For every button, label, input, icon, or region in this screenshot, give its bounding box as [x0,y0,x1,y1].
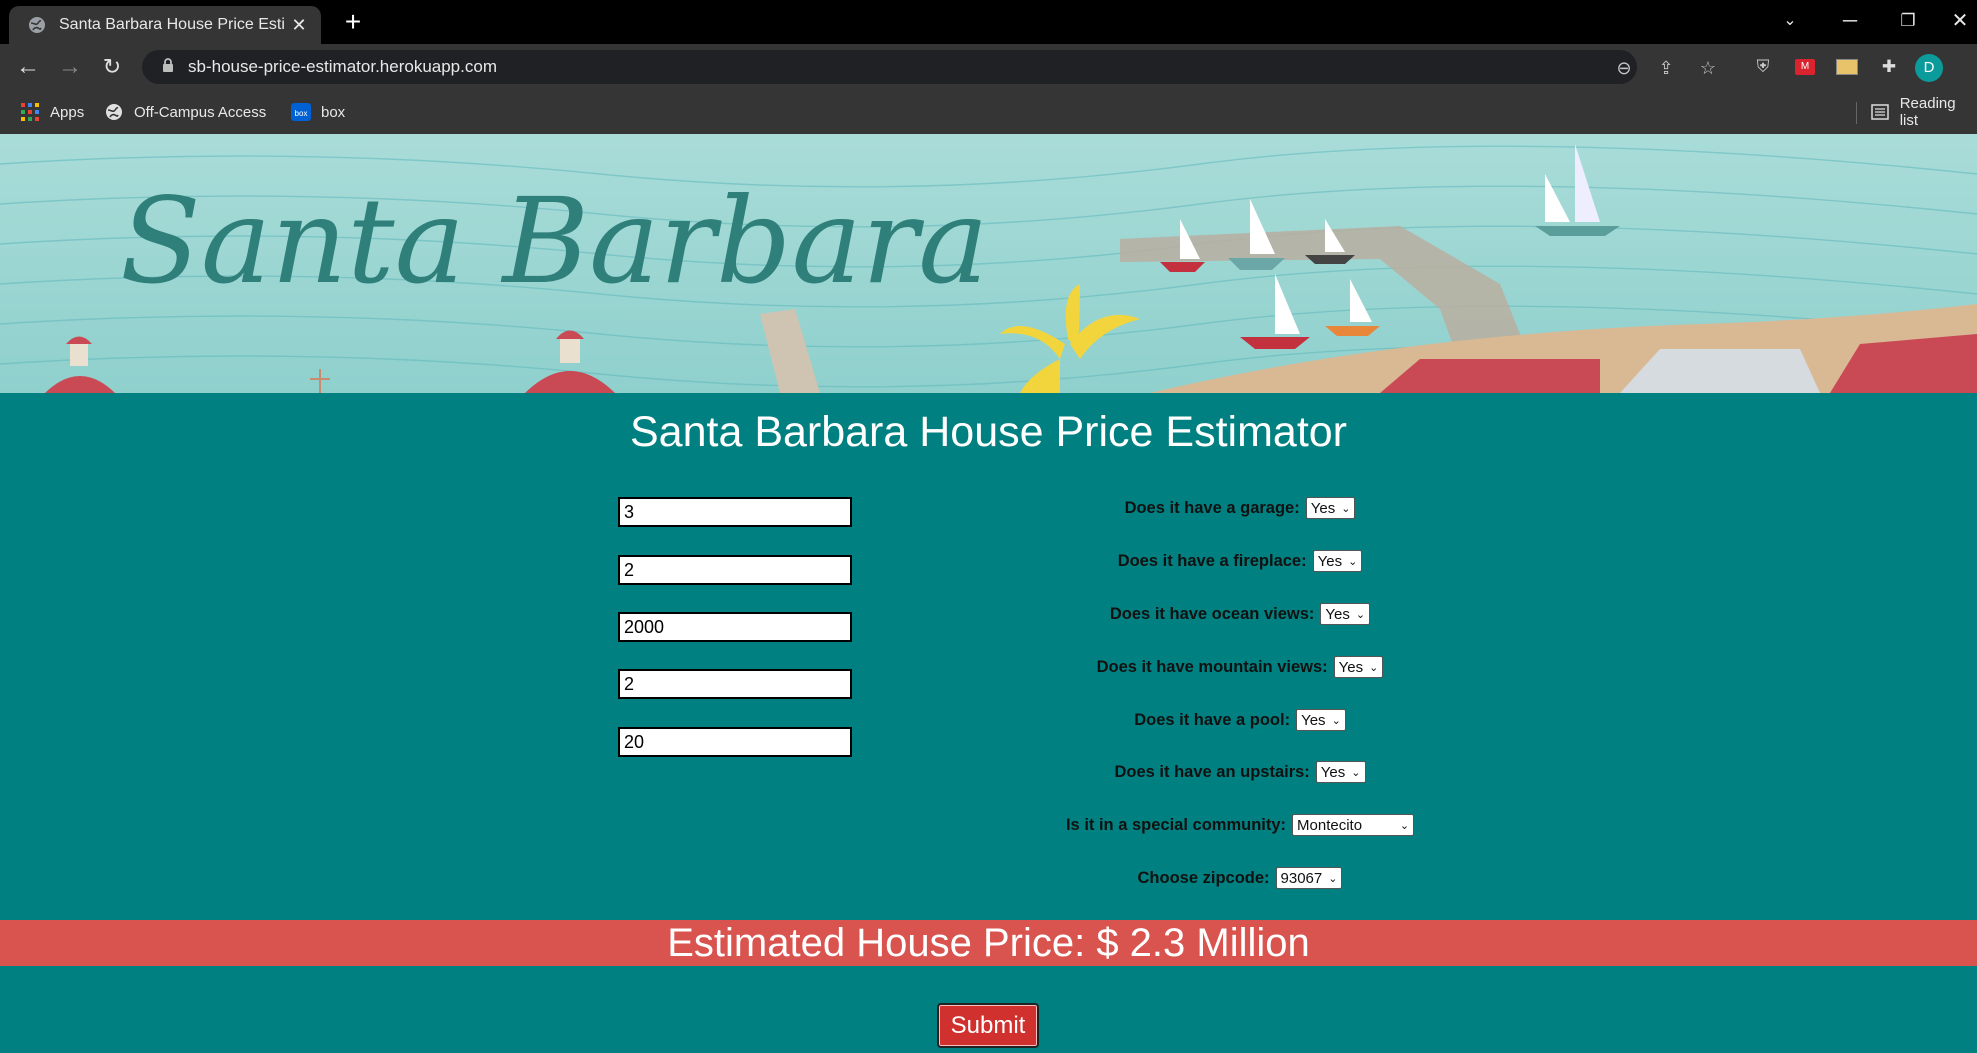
zoom-icon[interactable]: ⊖ [1612,56,1636,80]
forward-icon[interactable]: → [54,52,86,84]
chevron-down-icon: ⌄ [1331,714,1341,727]
select-value: 93067 [1280,869,1323,887]
select-value: Montecito [1297,816,1363,834]
zipcode-select[interactable]: 93067 ⌄ [1275,867,1343,889]
reading-list-label: Reading list [1899,95,1956,129]
close-tab-icon[interactable]: ✕ [288,15,310,36]
bookmark-box[interactable]: box box [291,90,345,134]
extension-shield-icon[interactable]: ⛨ [1750,55,1776,79]
fireplace-question: Does it have a fireplace: Yes ⌄ [960,550,1520,572]
chevron-down-icon: ⌄ [1328,872,1338,885]
bookmarks-divider [1856,102,1857,124]
globe-favicon-icon [27,15,47,35]
ocean-views-select[interactable]: Yes ⌄ [1320,603,1371,625]
chevron-down-icon: ⌄ [1369,661,1379,674]
question-label: Does it have an upstairs: [1114,762,1310,781]
apps-grid-icon [20,102,40,122]
page-title: Santa Barbara House Price Estimator [630,408,1347,456]
bookmark-star-icon[interactable]: ☆ [1696,56,1720,80]
pool-question: Does it have a pool: Yes ⌄ [960,709,1520,731]
age-input[interactable] [618,727,852,757]
url-text: sb-house-price-estimator.herokuapp.com [188,57,497,76]
tab-title: Santa Barbara House Price Estim [59,16,284,33]
active-tab[interactable]: Santa Barbara House Price Estim ✕ [9,6,321,44]
browser-toolbar: ← → ↻ sb-house-price-estimator.herokuapp… [0,44,1977,90]
chevron-down-icon: ⌄ [1341,502,1351,515]
reading-list[interactable]: Reading list [1870,90,1977,134]
question-label: Choose zipcode: [1137,868,1270,887]
stories-input[interactable] [618,669,852,699]
chevron-down-icon: ⌄ [1348,555,1358,568]
bookmark-apps[interactable]: Apps [20,90,84,134]
select-value: Yes [1301,711,1326,729]
question-label: Does it have a fireplace: [1117,551,1307,570]
pool-select[interactable]: Yes ⌄ [1296,709,1346,731]
reading-list-icon [1870,102,1890,122]
lock-icon[interactable] [156,57,180,77]
mountain-views-question: Does it have mountain views: Yes ⌄ [960,656,1520,678]
bookmark-label: Off-Campus Access [134,103,267,121]
question-label: Does it have a garage: [1124,498,1300,517]
garage-select[interactable]: Yes ⌄ [1305,497,1356,519]
chevron-down-icon: ⌄ [1399,819,1410,832]
minimize-icon[interactable]: ─ [1830,6,1870,36]
submit-button[interactable]: Submit [937,1003,1039,1048]
community-select[interactable]: Montecito ⌄ [1292,814,1415,836]
box-logo-icon: box [291,102,311,122]
upstairs-select[interactable]: Yes ⌄ [1315,761,1366,783]
select-value: Yes [1317,552,1343,570]
upstairs-question: Does it have an upstairs: Yes ⌄ [960,761,1520,783]
chevron-down-icon: ⌄ [1351,766,1361,779]
address-bar[interactable]: sb-house-price-estimator.herokuapp.com ⊖… [142,50,1716,84]
fireplace-select[interactable]: Yes ⌄ [1312,550,1363,572]
close-window-icon[interactable]: ✕ [1940,6,1977,36]
reload-icon[interactable]: ↻ [96,52,128,84]
garage-question: Does it have a garage: Yes ⌄ [960,497,1520,519]
zipcode-question: Choose zipcode: 93067 ⌄ [960,867,1520,889]
mountain-views-select[interactable]: Yes ⌄ [1333,656,1384,678]
bookmarks-bar: Apps Off-Campus Access box box Reading l… [0,90,1977,134]
restore-icon[interactable]: ❐ [1888,6,1928,36]
question-label: Does it have a pool: [1134,710,1291,729]
share-icon[interactable]: ⇪ [1654,56,1678,80]
select-value: Yes [1320,763,1346,781]
santa-barbara-banner: Santa Barbara [0,134,1977,393]
question-label: Is it in a special community: [1065,815,1287,834]
bookmark-label: box [321,103,346,121]
special-community-question: Is it in a special community: Montecito ⌄ [960,814,1520,836]
bathrooms-input[interactable] [618,555,852,585]
bedrooms-input[interactable] [618,497,852,527]
tab-strip: Santa Barbara House Price Estim ✕ + ⌄ ─ … [0,0,1977,44]
question-label: Does it have ocean views: [1109,604,1315,623]
ocean-views-question: Does it have ocean views: Yes ⌄ [960,603,1520,625]
tab-search-icon[interactable]: ⌄ [1770,6,1810,36]
profile-avatar[interactable]: D [1915,54,1943,82]
globe-icon [104,102,124,122]
mendeley-extension-icon[interactable]: M [1792,55,1818,79]
select-value: Yes [1338,658,1364,676]
chevron-down-icon: ⌄ [1355,608,1366,621]
new-tab-icon[interactable]: + [338,6,368,38]
image-extension-icon[interactable] [1834,55,1860,79]
svg-text:box: box [295,109,308,118]
bookmark-off-campus-access[interactable]: Off-Campus Access [104,90,266,134]
back-icon[interactable]: ← [12,52,44,84]
bookmark-label: Apps [50,103,85,121]
select-value: Yes [1325,605,1350,623]
square-feet-input[interactable] [618,612,852,642]
select-value: Yes [1310,499,1336,517]
extensions-puzzle-icon[interactable]: ✚ [1876,55,1902,79]
estimated-price-banner: Estimated House Price: $ 2.3 Million [0,920,1977,966]
question-label: Does it have mountain views: [1096,657,1328,676]
banner-script-text: Santa Barbara [120,172,989,310]
